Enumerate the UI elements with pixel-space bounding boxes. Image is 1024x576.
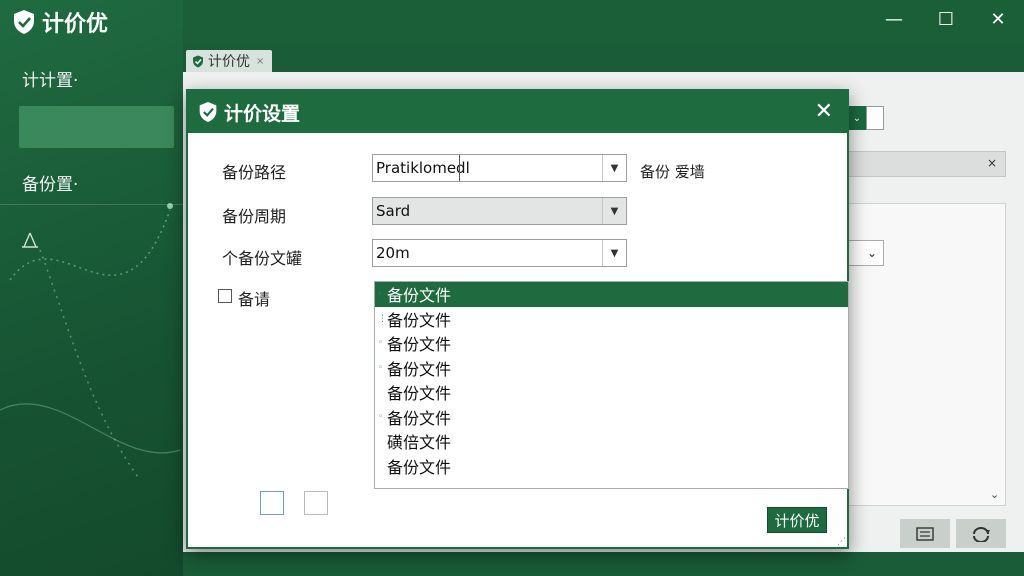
list-item[interactable]: 磺倍文件 [375, 429, 848, 454]
chevron-down-icon[interactable]: ▼ [602, 198, 626, 224]
window-controls: — ☐ ✕ [868, 0, 1024, 38]
chevron-down-icon[interactable]: ▼ [602, 155, 626, 181]
list-item[interactable]: 备份文件 [375, 454, 848, 479]
backup-request-checkbox[interactable] [218, 289, 232, 303]
shield-check-icon [199, 102, 217, 122]
chevron-down-icon: ⌄ [852, 112, 862, 124]
clear-icon[interactable]: × [987, 156, 997, 170]
dialog-title: 计价设置 [224, 102, 301, 125]
backup-path-label: 备份路径 [222, 163, 287, 182]
sidebar-divider [0, 204, 183, 205]
confirm-button[interactable]: 计价优 [767, 507, 827, 533]
list-item-label: 备份文件 [387, 408, 452, 428]
scroll-down-icon[interactable]: ⌄ [990, 488, 999, 501]
list-item-label: 备份文件 [387, 384, 452, 404]
sidebar-item-selected[interactable] [19, 106, 174, 148]
maximize-icon: ☐ [937, 8, 955, 30]
minimize-icon: — [885, 8, 903, 30]
backup-path-side-text: 备份 爱墙 [640, 163, 705, 181]
backup-period-label: 备份周期 [222, 207, 287, 226]
backup-path-value: Pratiklomedl [376, 159, 470, 177]
list-item-label: 备份文件 [387, 457, 452, 477]
list-item[interactable]: · 备份文件 [375, 282, 848, 307]
option-button-1[interactable] [260, 491, 284, 515]
row-marker-icon: ◦ [378, 338, 384, 349]
backup-request-label: 备请 [238, 290, 271, 309]
row-marker-icon: ⋮ [378, 313, 387, 324]
close-icon: ✕ [990, 8, 1006, 30]
row-marker-icon: ◦ [378, 411, 384, 422]
status-strip [183, 552, 1024, 576]
resize-grip-icon[interactable]: ⋰ [837, 537, 846, 547]
list-item[interactable]: ◦ 备份文件 [375, 356, 848, 381]
row-marker-icon: ◦ [378, 362, 384, 373]
close-window-button[interactable]: ✕ [972, 0, 1024, 38]
pricing-settings-dialog: 计价设置 ✕ 备份路径 Pratiklomedl ▼ 备份 爱墙 备份周期 Sa… [186, 89, 849, 549]
backup-path-select[interactable]: Pratiklomedl ▼ [372, 154, 627, 182]
option-button-2[interactable] [304, 491, 328, 515]
list-item[interactable]: ◦ 备份文件 [375, 331, 848, 356]
app-title-text: 计价优 [42, 12, 109, 37]
tab-close-icon[interactable]: × [256, 56, 264, 67]
list-item-label: 磺倍文件 [387, 433, 452, 453]
person-icon [22, 232, 38, 248]
backup-period-select[interactable]: Sard ▼ [372, 197, 627, 225]
row-marker-icon: · [378, 289, 381, 300]
text-cursor [459, 155, 460, 181]
sidebar-item-backup[interactable]: 备份置· [22, 170, 78, 195]
refresh-icon [973, 526, 990, 542]
backup-files-value: 20m [376, 244, 410, 262]
maximize-button[interactable]: ☐ [920, 0, 972, 38]
backup-files-select[interactable]: 20m ▼ [372, 239, 627, 267]
backup-files-label: 个备份文罐 [222, 249, 303, 268]
backup-period-value: Sard [376, 202, 411, 220]
app-title: 计价优 [12, 7, 108, 37]
background-small-input[interactable] [866, 106, 884, 130]
list-view-button[interactable] [900, 519, 950, 548]
list-item[interactable]: ◦ 备份文件 [375, 405, 848, 430]
chevron-down-icon: ⌄ [866, 246, 877, 260]
background-select[interactable]: ⌄ [848, 240, 884, 266]
refresh-button[interactable] [956, 519, 1006, 548]
list-item-label: 备份文件 [387, 286, 452, 306]
list-item-label: 备份文件 [387, 359, 452, 379]
list-item-label: 备份文件 [387, 335, 452, 355]
list-item[interactable]: ⋮ 备份文件 [375, 307, 848, 332]
chevron-down-icon[interactable]: ▼ [602, 240, 626, 266]
list-item-label: 备份文件 [387, 310, 452, 330]
dialog-close-button[interactable]: ✕ [815, 99, 833, 124]
sidebar-item-pricing[interactable]: 计计置· [22, 66, 78, 91]
list-item[interactable]: 备份文件 [375, 380, 848, 405]
user-icon[interactable] [20, 230, 40, 255]
backup-file-list[interactable]: · 备份文件 ⋮ 备份文件 ◦ 备份文件 ◦ 备份文件 备份文件 ◦ 备份文件 磺倍文件 … [374, 281, 849, 489]
tab-pricing[interactable]: 计价优 × [186, 50, 272, 72]
background-dropdown-button[interactable]: ⌄ [848, 106, 866, 130]
dialog-titlebar: 计价设置 ✕ [188, 91, 847, 133]
minimize-button[interactable]: — [868, 0, 920, 38]
list-icon [916, 526, 934, 541]
background-search-field[interactable]: × [848, 151, 1006, 177]
tab-shield-icon [193, 55, 203, 67]
shield-check-icon [14, 10, 34, 34]
tab-label: 计价优 [208, 54, 250, 70]
